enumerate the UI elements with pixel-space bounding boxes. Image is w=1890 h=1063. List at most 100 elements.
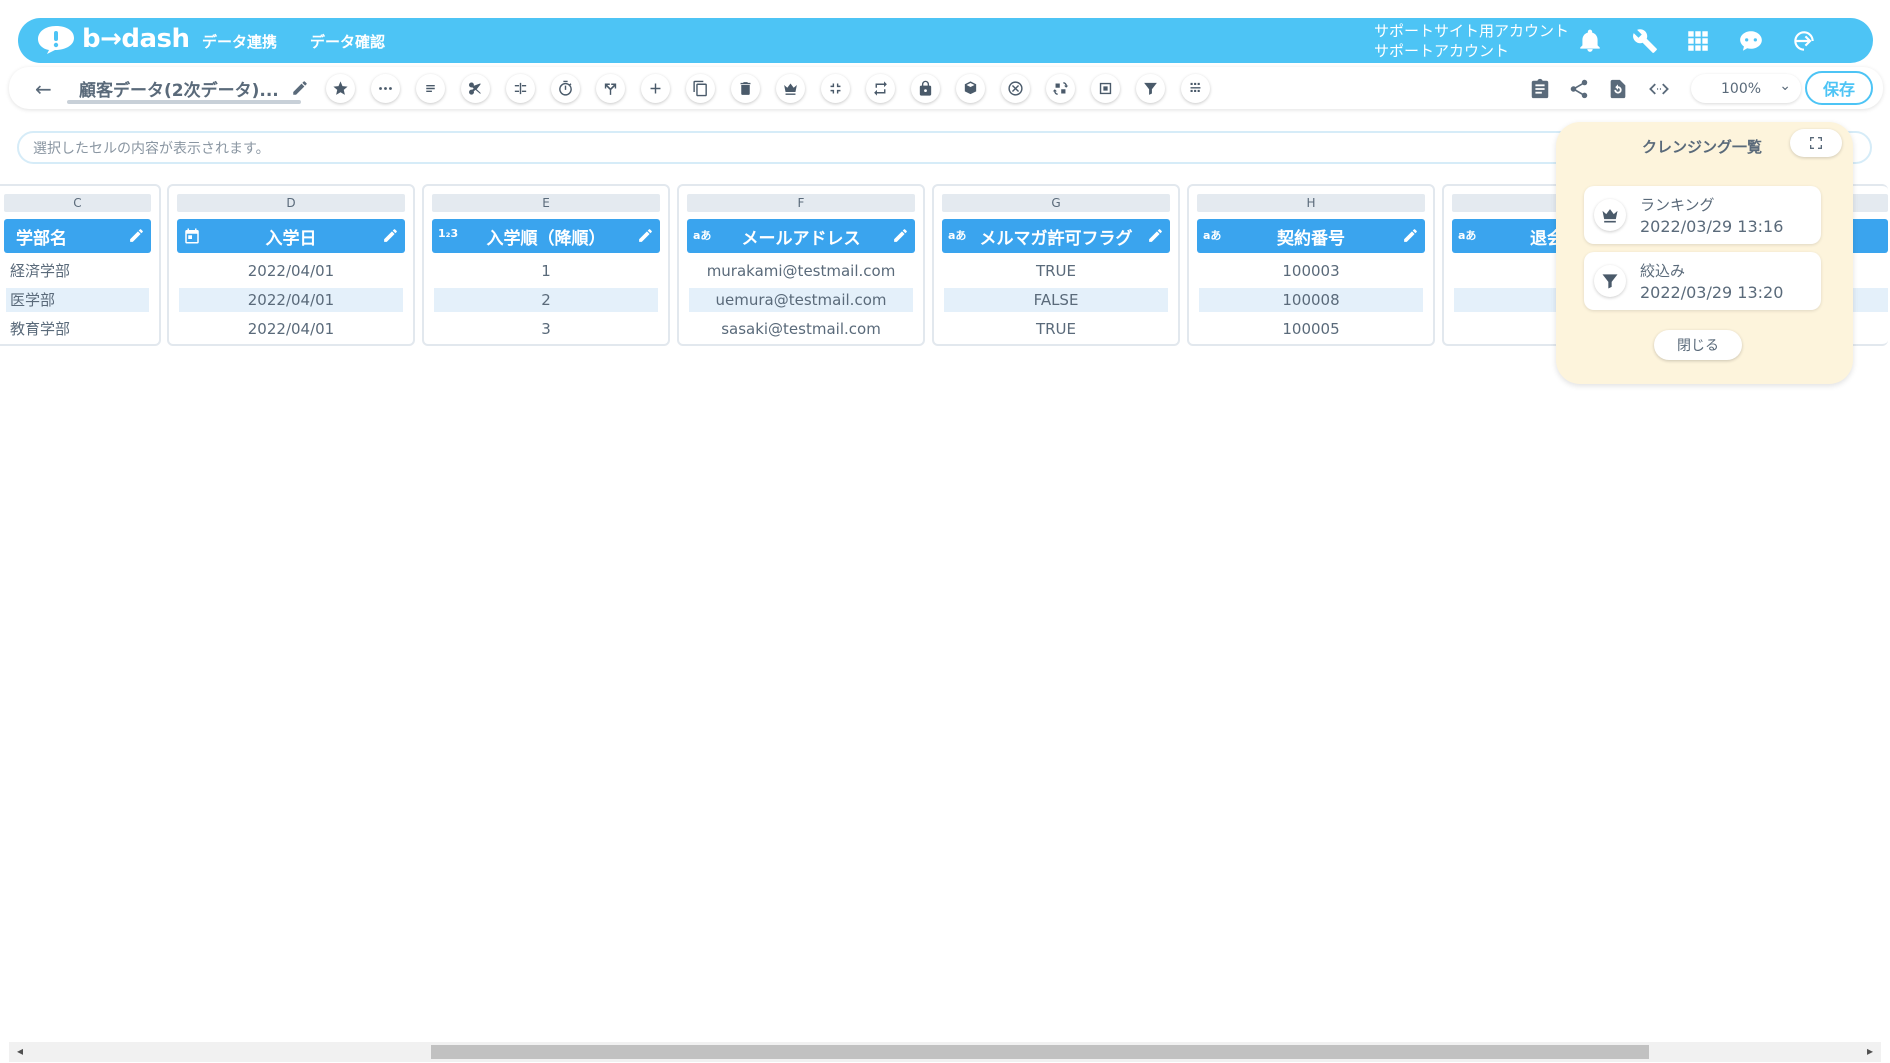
frame-icon[interactable] <box>1091 74 1120 103</box>
text-lines-icon[interactable] <box>416 74 445 103</box>
column-header[interactable]: aあ メルマガ許可フラグ <box>942 219 1170 253</box>
column-header[interactable]: aあ 契約番号 <box>1197 219 1425 253</box>
edit-pencil-icon[interactable] <box>1147 227 1164 244</box>
cleansing-item-name: 絞込み <box>1640 262 1686 280</box>
cleansing-item-filter[interactable]: 絞込み 2022/03/29 13:20 <box>1584 252 1821 310</box>
bdash-logo[interactable]: b→dash <box>36 24 190 54</box>
column-letter[interactable]: D <box>177 194 405 212</box>
table-cell[interactable]: 2022/04/01 <box>179 288 403 312</box>
column-letter[interactable]: G <box>942 194 1170 212</box>
column-header[interactable]: aあ メールアドレス <box>687 219 915 253</box>
column-letter[interactable]: H <box>1197 194 1425 212</box>
add-icon[interactable] <box>641 74 670 103</box>
export-box-icon[interactable] <box>956 74 985 103</box>
collapse-icon[interactable] <box>821 74 850 103</box>
lock-convert-icon[interactable] <box>911 74 940 103</box>
edit-pencil-icon[interactable] <box>637 227 654 244</box>
table-cell[interactable]: 教育学部 <box>6 317 149 341</box>
text-type-icon: aあ <box>1458 229 1477 242</box>
edit-name-pencil-icon[interactable] <box>291 79 309 97</box>
table-cell[interactable]: 100008 <box>1199 288 1423 312</box>
dedupe-icon[interactable] <box>1181 74 1210 103</box>
table-cell[interactable]: TRUE <box>944 317 1168 341</box>
document-name[interactable]: 顧客データ(2次データ)... <box>79 76 279 101</box>
cleansing-item-ranking[interactable]: ランキング 2022/03/29 13:16 <box>1584 186 1821 244</box>
support-chat-icon[interactable] <box>1736 26 1766 56</box>
table-cell[interactable]: 100003 <box>1199 259 1423 283</box>
branch-icon[interactable] <box>596 74 625 103</box>
column-header[interactable]: 入学日 <box>177 219 405 253</box>
code-icon[interactable] <box>1645 75 1673 103</box>
column-letter[interactable]: F <box>687 194 915 212</box>
scissors-split-icon[interactable] <box>461 74 490 103</box>
column-c: C 学部名 経済学部 医学部 教育学部 <box>0 184 161 346</box>
save-button[interactable]: 保存 <box>1805 71 1873 105</box>
merge-columns-icon[interactable] <box>506 74 535 103</box>
more-options-icon[interactable] <box>371 74 400 103</box>
logo-bubble-icon <box>38 26 74 54</box>
replace-icon[interactable] <box>1046 74 1075 103</box>
table-cell[interactable]: 2022/04/01 <box>179 259 403 283</box>
account-user-name: サポートアカウント <box>1374 42 1510 60</box>
copy-icon[interactable] <box>686 74 715 103</box>
edit-pencil-icon[interactable] <box>892 227 909 244</box>
repeat-icon[interactable] <box>866 74 895 103</box>
column-letter[interactable]: E <box>432 194 660 212</box>
favorite-star-icon[interactable] <box>326 74 355 103</box>
column-letter[interactable]: C <box>4 194 151 212</box>
cleansing-list-panel: クレンジング一覧 ランキング 2022/03/29 13:16 絞込み 2022… <box>1556 122 1853 384</box>
clear-circle-icon[interactable] <box>1001 74 1030 103</box>
horizontal-scrollbar[interactable]: ◂ ▸ <box>9 1042 1881 1062</box>
cleansing-item-date: 2022/03/29 13:16 <box>1640 217 1784 236</box>
expand-icon[interactable] <box>1790 129 1842 157</box>
bell-icon[interactable] <box>1575 26 1605 56</box>
timer-icon[interactable] <box>551 74 580 103</box>
clipboard-icon[interactable] <box>1526 75 1554 103</box>
scroll-right-arrow-icon[interactable]: ▸ <box>1867 1044 1873 1058</box>
crown-ranking-icon[interactable] <box>776 74 805 103</box>
table-cell[interactable]: 1 <box>434 259 658 283</box>
table-cell[interactable]: 3 <box>434 317 658 341</box>
number-type-icon: 1₂3 <box>438 227 459 240</box>
table-cell[interactable]: 経済学部 <box>6 259 149 283</box>
column-h: H aあ 契約番号 100003 100008 100005 <box>1187 184 1435 346</box>
scrollbar-thumb[interactable] <box>431 1045 1649 1059</box>
filter-icon[interactable] <box>1136 74 1165 103</box>
chevron-down-icon: ⌄ <box>1779 78 1791 94</box>
table-cell[interactable]: sasaki@testmail.com <box>689 317 913 341</box>
account-info[interactable]: サポートサイト用アカウント サポートアカウント <box>1374 21 1569 61</box>
table-cell[interactable]: uemura@testmail.com <box>689 288 913 312</box>
history-restore-icon[interactable] <box>1604 75 1632 103</box>
zoom-select[interactable]: 100% ⌄ <box>1691 74 1801 103</box>
column-header[interactable]: 1₂3 入学順（降順） <box>432 219 660 253</box>
edit-pencil-icon[interactable] <box>382 227 399 244</box>
logout-icon[interactable] <box>1789 26 1819 56</box>
column-header-label: 契約番号 <box>1277 228 1345 249</box>
document-name-underline <box>67 100 301 104</box>
table-cell[interactable]: TRUE <box>944 259 1168 283</box>
table-cell[interactable]: 100005 <box>1199 317 1423 341</box>
nav-data-check[interactable]: データ確認 <box>310 31 385 52</box>
back-arrow-icon[interactable]: ← <box>35 77 52 101</box>
text-type-icon: aあ <box>693 229 712 242</box>
trash-icon[interactable] <box>731 74 760 103</box>
share-icon[interactable] <box>1565 75 1593 103</box>
table-cell[interactable]: murakami@testmail.com <box>689 259 913 283</box>
column-header-label: 入学日 <box>265 228 317 249</box>
app-grid-icon[interactable] <box>1683 26 1713 56</box>
column-header[interactable]: 学部名 <box>4 219 151 253</box>
table-cell[interactable]: FALSE <box>944 288 1168 312</box>
edit-pencil-icon[interactable] <box>1402 227 1419 244</box>
table-cell[interactable]: 2022/04/01 <box>179 317 403 341</box>
cleansing-item-name: ランキング <box>1640 196 1715 214</box>
scroll-left-arrow-icon[interactable]: ◂ <box>17 1044 23 1058</box>
table-cell[interactable]: 2 <box>434 288 658 312</box>
close-button[interactable]: 閉じる <box>1654 330 1742 360</box>
edit-pencil-icon[interactable] <box>128 227 145 244</box>
nav-data-integration[interactable]: データ連携 <box>202 31 277 52</box>
cleansing-item-date: 2022/03/29 13:20 <box>1640 283 1784 302</box>
wrench-icon[interactable] <box>1630 26 1660 56</box>
column-header-label: メルマガ許可フラグ <box>979 228 1133 249</box>
table-cell[interactable]: 医学部 <box>6 288 149 312</box>
column-header-label: メールアドレス <box>741 228 861 249</box>
